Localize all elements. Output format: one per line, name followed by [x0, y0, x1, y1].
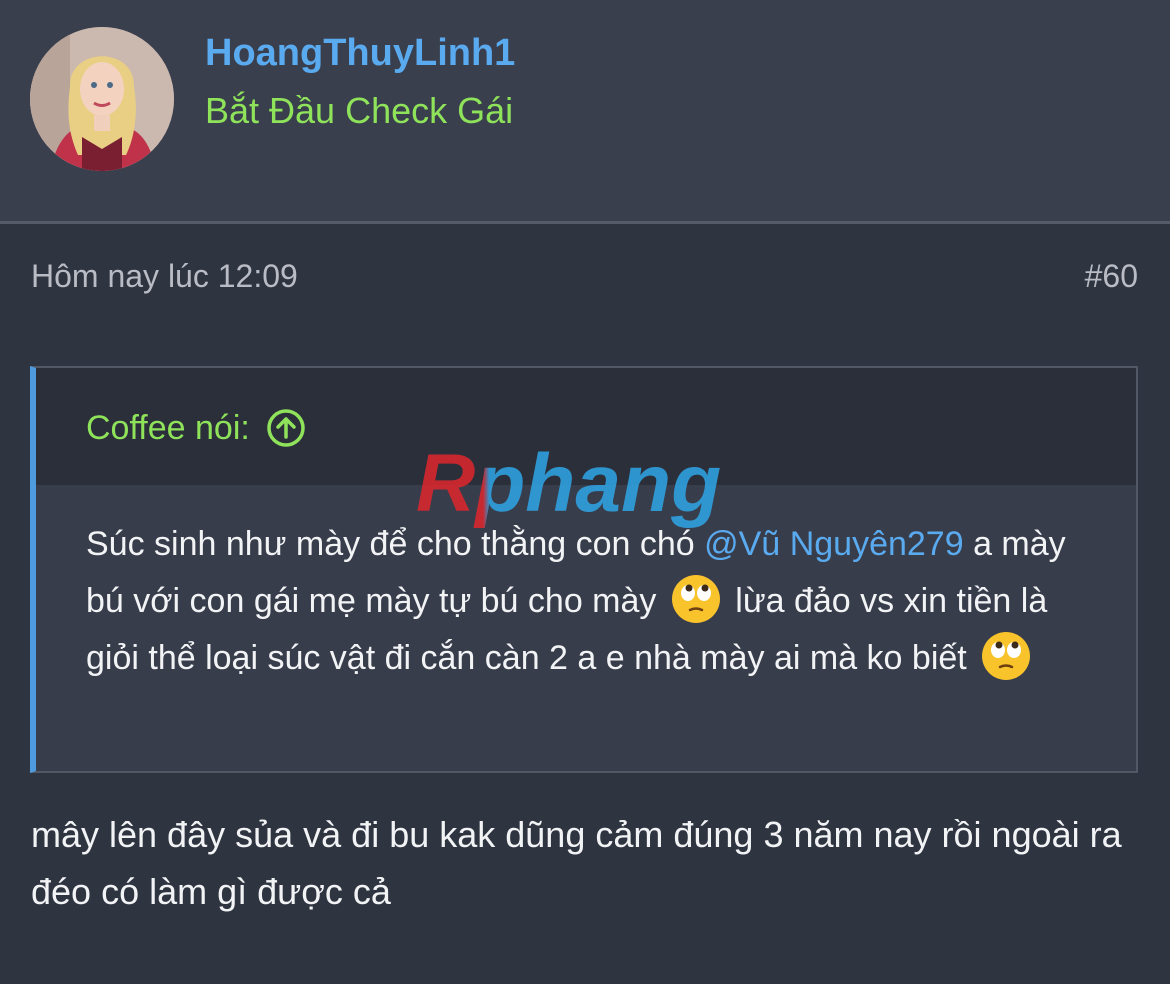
post-number[interactable]: #60: [1085, 258, 1138, 295]
quote-author-label: Coffee nói:: [86, 408, 250, 447]
user-title: Bắt Đầu Check Gái: [205, 90, 514, 131]
arrow-up-circle-icon[interactable]: [266, 408, 306, 448]
username[interactable]: HoangThuyLinh1: [205, 32, 515, 75]
post-timestamp[interactable]: Hôm nay lúc 12:09: [31, 258, 298, 295]
quote-attribution[interactable]: Coffee nói:: [86, 408, 306, 448]
svg-text:Rphang: Rphang: [416, 443, 721, 529]
quote-block: Coffee nói: Súc sinh như mày để cho thằn…: [30, 366, 1138, 773]
quote-text: Súc sinh như mày để cho thằng con chó @V…: [86, 516, 1096, 687]
watermark-logo: Rphang: [410, 438, 770, 538]
post-header: HoangThuyLinh1 Bắt Đầu Check Gái: [0, 0, 1170, 224]
face-with-rolling-eyes-icon: [671, 575, 720, 624]
face-with-rolling-eyes-icon: [982, 632, 1031, 681]
post-message: mây lên đây sủa và đi bu kak dũng cảm đú…: [31, 814, 1122, 912]
avatar[interactable]: [30, 27, 174, 171]
